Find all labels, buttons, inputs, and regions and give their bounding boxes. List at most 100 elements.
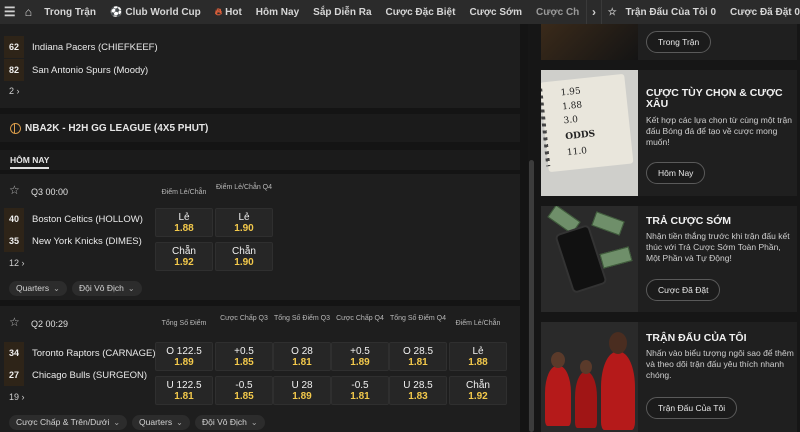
more-markets-link[interactable]: 19 › bbox=[9, 392, 25, 402]
odds-value: 1.85 bbox=[234, 357, 254, 368]
cash-out-image bbox=[541, 206, 638, 312]
nav-item-label: Cược Đặc Biệt bbox=[385, 6, 456, 18]
top-nav: ☰ ⌂ Trong Trận ⚽ Club World Cup 🔥︎ Hot Hôm… bbox=[0, 0, 800, 24]
filter-handicap-over-under[interactable]: Cược Chấp & Trên/Dưới ⌄ bbox=[9, 415, 128, 430]
odds-button[interactable]: Lẻ 1.88 bbox=[155, 208, 213, 237]
today-tab[interactable]: HÔM NAY bbox=[0, 150, 520, 170]
odds-button[interactable]: O 122.5 1.89 bbox=[155, 342, 213, 371]
team-name[interactable]: Chicago Bulls (SURGEON) bbox=[32, 370, 147, 381]
odds-button[interactable]: Chẵn 1.92 bbox=[449, 376, 507, 405]
nav-item-today[interactable]: Hôm Nay bbox=[249, 7, 306, 18]
match-card-previous: 62 Indiana Pacers (CHIEFKEEF) 82 San Ant… bbox=[0, 24, 520, 108]
odds-button[interactable]: U 28 1.89 bbox=[273, 376, 331, 405]
odds-button[interactable]: O 28.5 1.81 bbox=[389, 342, 447, 371]
odds-value: 1.90 bbox=[234, 257, 254, 268]
banknote bbox=[599, 246, 633, 269]
chevron-down-icon: ⌄ bbox=[176, 418, 183, 427]
handwritten-odds: 11.0 bbox=[566, 146, 588, 159]
match-card: ☆ Q2 00:29 Tổng Số Điểm Cược Chấp Q3 Tổn… bbox=[0, 306, 520, 432]
promo-title: TRẢ CƯỢC SỚM bbox=[646, 215, 731, 227]
nav-item-hot[interactable]: 🔥︎ Hot bbox=[208, 7, 249, 18]
banknote bbox=[591, 211, 625, 236]
team-score: 35 bbox=[4, 230, 24, 252]
in-play-button[interactable]: Trong Trận bbox=[646, 31, 712, 53]
scrollbar[interactable] bbox=[529, 160, 534, 432]
nav-item-label: Cược Sớm bbox=[469, 6, 523, 18]
nav-item-early[interactable]: Cược Sớm bbox=[462, 7, 529, 18]
team-name[interactable]: Boston Celtics (HOLLOW) bbox=[32, 214, 143, 225]
my-matches-link[interactable]: ☆ Trận Đấu Của Tôi 0 bbox=[608, 7, 716, 18]
placed-bets-link[interactable]: Cược Đã Đặt 0 bbox=[730, 7, 800, 18]
odds-button[interactable]: U 122.5 1.81 bbox=[155, 376, 213, 405]
league-header[interactable]: NBA2K - H2H GG LEAGUE (4X5 PHUT) bbox=[0, 114, 520, 142]
filter-champion[interactable]: Đội Vô Địch ⌄ bbox=[72, 281, 142, 296]
filter-quarters[interactable]: Quarters ⌄ bbox=[9, 281, 67, 296]
odds-value: 1.92 bbox=[174, 257, 194, 268]
nav-item-label: Cược Ch bbox=[536, 6, 580, 18]
team-name[interactable]: Toronto Raptors (CARNAGE) bbox=[32, 348, 156, 359]
team-score: 82 bbox=[4, 59, 24, 81]
nav-item-label: Hot bbox=[225, 6, 242, 18]
more-markets-link[interactable]: 2 › bbox=[9, 86, 20, 96]
filter-champion[interactable]: Đội Vô Địch ⌄ bbox=[195, 415, 265, 430]
hamburger-menu-icon[interactable]: ☰ bbox=[0, 4, 19, 20]
odds-value: 1.88 bbox=[174, 223, 194, 234]
odds-value: 1.81 bbox=[292, 357, 312, 368]
nav-item-in-play[interactable]: Trong Trận bbox=[37, 7, 103, 18]
promo-title: TRẬN ĐẤU CỦA TÔI bbox=[646, 332, 747, 344]
team-name[interactable]: New York Knicks (DIMES) bbox=[32, 236, 142, 247]
odds-button[interactable]: +0.5 1.89 bbox=[331, 342, 389, 371]
odds-label: O 28.5 bbox=[402, 346, 434, 357]
odds-label: -0.5 bbox=[351, 380, 369, 391]
phone-illustration bbox=[554, 223, 608, 295]
odds-button[interactable]: +0.5 1.85 bbox=[215, 342, 273, 371]
nav-item-truncated[interactable]: Cược Ch bbox=[529, 7, 586, 18]
promo-text: Kết hợp các lựa chọn từ cùng một trận đấ… bbox=[646, 115, 792, 147]
today-button[interactable]: Hôm Nay bbox=[646, 162, 706, 184]
star-icon: ☆ bbox=[607, 6, 617, 18]
team-name[interactable]: San Antonio Spurs (Moody) bbox=[32, 65, 148, 76]
handwritten-odds: ODDS bbox=[564, 129, 596, 143]
odds-label: Chẵn bbox=[232, 246, 256, 257]
filter-label: Đội Vô Địch bbox=[202, 417, 247, 427]
filter-label: Đội Vô Địch bbox=[79, 283, 124, 293]
notebook-image: 1.95 1.88 3.0 ODDS 11.0 bbox=[541, 70, 638, 196]
odds-button[interactable]: Lẻ 1.90 bbox=[215, 208, 273, 237]
odds-button[interactable]: Chẵn 1.90 bbox=[215, 242, 273, 271]
nav-item-club-world-cup[interactable]: ⚽ Club World Cup bbox=[103, 7, 208, 18]
odds-button[interactable]: U 28.5 1.83 bbox=[389, 376, 447, 405]
odds-button[interactable]: -0.5 1.81 bbox=[331, 376, 389, 405]
odds-button[interactable]: Chẵn 1.92 bbox=[155, 242, 213, 271]
player-head bbox=[551, 352, 565, 368]
promo-in-play: Trong Trận bbox=[541, 24, 797, 60]
odds-label: +0.5 bbox=[234, 346, 254, 357]
match-time: Q2 00:29 bbox=[31, 319, 69, 329]
odds-label: Lẻ bbox=[238, 212, 250, 223]
promo-title: CƯỢC TÙY CHỌN & CƯỢC XÂU bbox=[646, 87, 783, 110]
market-header: Tổng Số Điểm Q3 bbox=[273, 315, 331, 322]
odds-value: 1.81 bbox=[408, 357, 428, 368]
nav-item-specials[interactable]: Cược Đặc Biệt bbox=[379, 7, 463, 18]
chevron-down-icon: ⌄ bbox=[250, 418, 258, 427]
odds-value: 1.88 bbox=[468, 357, 488, 368]
my-matches-label: Trận Đấu Của Tôi 0 bbox=[625, 6, 717, 18]
market-header: Cược Chấp Q3 bbox=[220, 315, 268, 322]
nav-item-label: Trong Trận bbox=[44, 6, 96, 18]
home-icon[interactable]: ⌂ bbox=[19, 5, 37, 19]
odds-button[interactable]: Lẻ 1.88 bbox=[449, 342, 507, 371]
cash-out-button[interactable]: Cược Đã Đặt bbox=[646, 279, 721, 301]
filter-quarters[interactable]: Quarters ⌄ bbox=[132, 415, 190, 430]
player bbox=[575, 372, 597, 428]
nav-item-upcoming[interactable]: Sắp Diễn Ra bbox=[306, 7, 378, 18]
team-name[interactable]: Indiana Pacers (CHIEFKEEF) bbox=[32, 42, 158, 53]
chevron-right-icon[interactable]: › bbox=[586, 0, 602, 24]
favorite-star-icon[interactable]: ☆ bbox=[9, 315, 20, 329]
my-matches-button[interactable]: Trận Đấu Của Tôi bbox=[646, 397, 738, 419]
match-list: 62 Indiana Pacers (CHIEFKEEF) 82 San Ant… bbox=[0, 24, 528, 432]
odds-button[interactable]: -0.5 1.85 bbox=[215, 376, 273, 405]
promo-cash-out: TRẢ CƯỢC SỚM Nhận tiền thắng trước khi t… bbox=[541, 206, 797, 312]
player bbox=[545, 366, 571, 426]
favorite-star-icon[interactable]: ☆ bbox=[9, 183, 20, 197]
odds-button[interactable]: O 28 1.81 bbox=[273, 342, 331, 371]
more-markets-link[interactable]: 12 › bbox=[9, 258, 25, 268]
